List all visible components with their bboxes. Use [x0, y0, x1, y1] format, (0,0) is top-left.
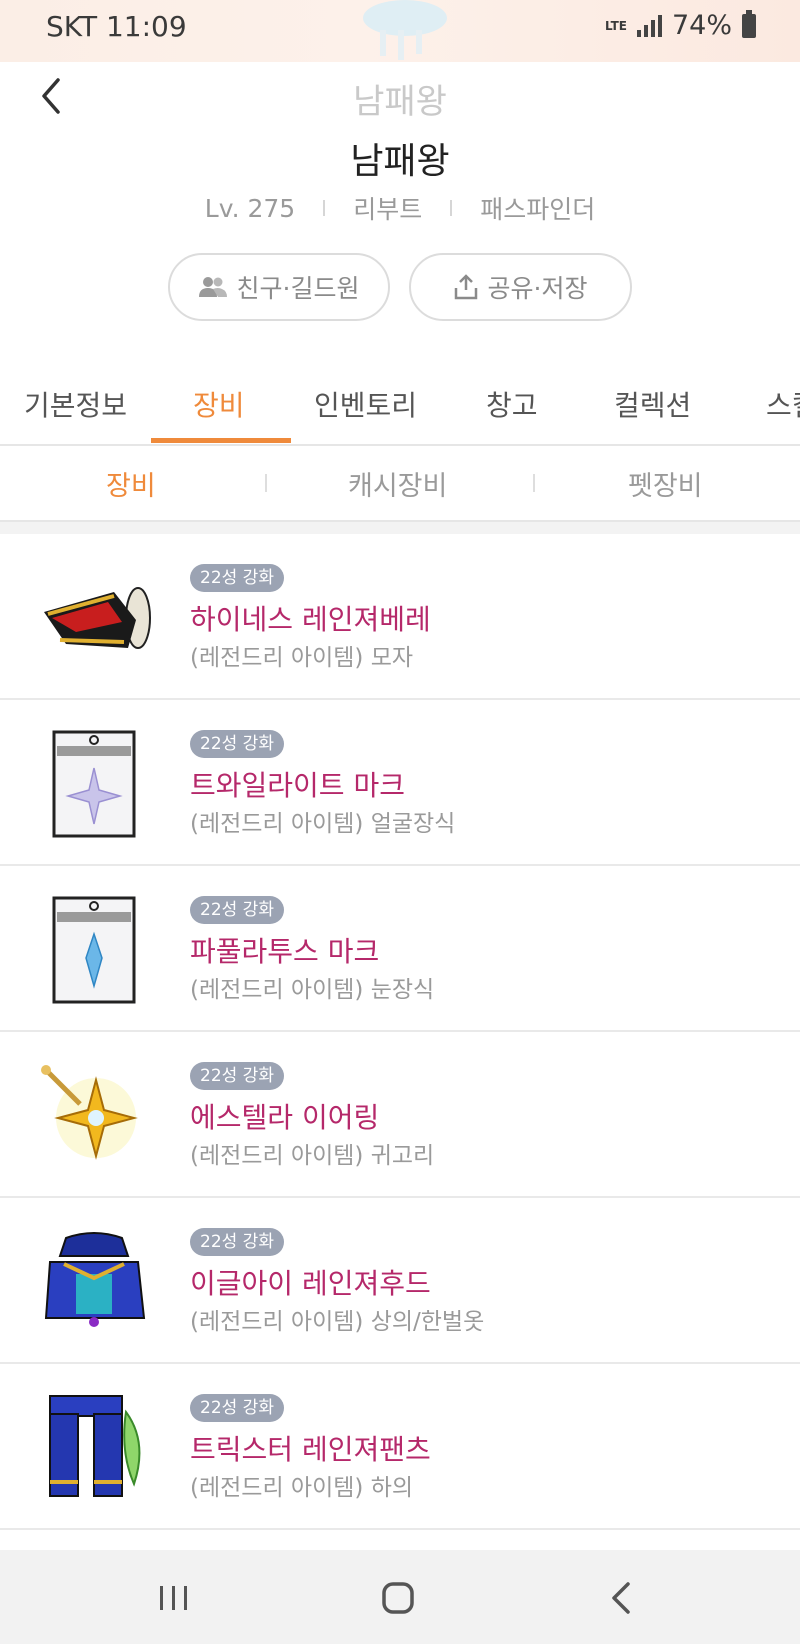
item-name: 트릭스터 레인져팬츠 — [190, 1433, 431, 1466]
ranger-beret-icon — [44, 587, 151, 649]
eagle-eye-hood-icon — [44, 1232, 146, 1327]
meta-divider — [323, 200, 326, 216]
character-world: 리부트 — [353, 195, 423, 224]
share-save-label: 공유·저장 — [487, 274, 588, 303]
people-icon — [198, 277, 227, 297]
item-description: (레전드리 아이템) 모자 — [190, 645, 414, 671]
enhancement-badge: 22성 강화 — [190, 896, 284, 924]
character-meta: Lv. 275 리부트 패스파인더 — [0, 190, 800, 226]
character-level: Lv. 275 — [204, 193, 296, 223]
tab-inventory[interactable]: 인벤토리 — [314, 384, 417, 424]
back-icon[interactable] — [602, 1578, 642, 1618]
item-name: 하이네스 레인져베레 — [190, 603, 431, 636]
enhancement-badge: 22성 강화 — [190, 1228, 284, 1256]
estella-earring-icon — [41, 1065, 138, 1160]
share-icon — [454, 274, 477, 300]
list-item[interactable]: 22성 강화 파풀라투스 마크 (레전드리 아이템) 눈장식 — [0, 866, 800, 1032]
tab-equipment[interactable]: 장비 — [193, 384, 245, 424]
list-item[interactable]: 22성 강화 하이네스 레인져베레 (레전드리 아이템) 모자 — [0, 534, 800, 700]
list-item[interactable]: 22성 강화 에스텔라 이어링 (레전드리 아이템) 귀고리 — [0, 1032, 800, 1198]
papulatus-mark-icon — [52, 896, 136, 1004]
enhancement-badge: 22성 강화 — [190, 1394, 284, 1422]
list-item[interactable]: 22성 강화 이글아이 레인져후드 (레전드리 아이템) 상의/한벌옷 — [0, 1198, 800, 1364]
item-description: (레전드리 아이템) 상의/한벌옷 — [190, 1309, 485, 1335]
item-name: 이글아이 레인져후드 — [190, 1267, 431, 1300]
signal-icon — [636, 14, 662, 37]
item-description: (레전드리 아이템) 하의 — [190, 1475, 414, 1501]
enhancement-badge: 22성 강화 — [190, 1062, 284, 1090]
item-description: (레전드리 아이템) 얼굴장식 — [190, 811, 456, 837]
home-icon[interactable] — [378, 1578, 418, 1618]
collapsed-title: 남패왕 — [353, 82, 447, 122]
section-gap — [0, 522, 800, 534]
tab-skill[interactable]: 스킬 — [766, 384, 800, 424]
share-save-button[interactable]: 공유·저장 — [409, 253, 632, 321]
subtab-divider — [265, 474, 267, 492]
friends-guild-label: 친구·길드원 — [236, 274, 360, 303]
character-name: 남패왕 — [350, 141, 450, 182]
item-description: (레전드리 아이템) 눈장식 — [190, 977, 435, 1003]
item-name: 파풀라투스 마크 — [190, 935, 380, 968]
subtab-equipment[interactable]: 장비 — [106, 464, 156, 503]
status-time: SKT 11:09 — [46, 10, 187, 43]
friends-guild-button[interactable]: 친구·길드원 — [168, 253, 390, 321]
system-nav-bar — [0, 1550, 800, 1644]
tab-storage[interactable]: 창고 — [486, 384, 538, 424]
status-decoration — [363, 0, 447, 60]
meta-divider — [450, 200, 453, 216]
list-item[interactable]: 22성 강화 트와일라이트 마크 (레전드리 아이템) 얼굴장식 — [0, 700, 800, 866]
subtab-cash-equipment[interactable]: 캐시장비 — [348, 464, 447, 503]
list-item[interactable]: 22성 강화 트릭스터 레인져팬츠 (레전드리 아이템) 하의 — [0, 1364, 800, 1530]
status-right: LTE 74% — [604, 9, 756, 41]
recent-apps-icon[interactable] — [154, 1578, 194, 1618]
trickster-pants-icon — [49, 1395, 141, 1497]
status-bar: SKT 11:09 LTE 74% — [0, 0, 800, 62]
enhancement-badge: 22성 강화 — [190, 564, 284, 592]
battery-icon — [742, 9, 756, 38]
twilight-mark-icon — [52, 730, 136, 838]
item-name: 에스텔라 이어링 — [190, 1101, 380, 1134]
battery-percent: 74% — [671, 10, 732, 41]
tab-collection[interactable]: 컬렉션 — [614, 384, 691, 424]
subtab-divider — [533, 474, 535, 492]
tab-basic-info[interactable]: 기본정보 — [24, 384, 127, 424]
subtab-pet-equipment[interactable]: 펫장비 — [628, 464, 703, 503]
active-tab-indicator — [151, 438, 291, 443]
enhancement-badge: 22성 강화 — [190, 730, 284, 758]
character-job: 패스파인더 — [480, 195, 596, 224]
main-tabs: 기본정보 장비 인벤토리 창고 컬렉션 스킬 — [0, 370, 800, 446]
item-description: (레전드리 아이템) 귀고리 — [190, 1143, 435, 1169]
network-label: LTE — [604, 18, 627, 33]
sub-tabs: 장비 캐시장비 펫장비 — [0, 444, 800, 522]
item-name: 트와일라이트 마크 — [190, 769, 405, 802]
